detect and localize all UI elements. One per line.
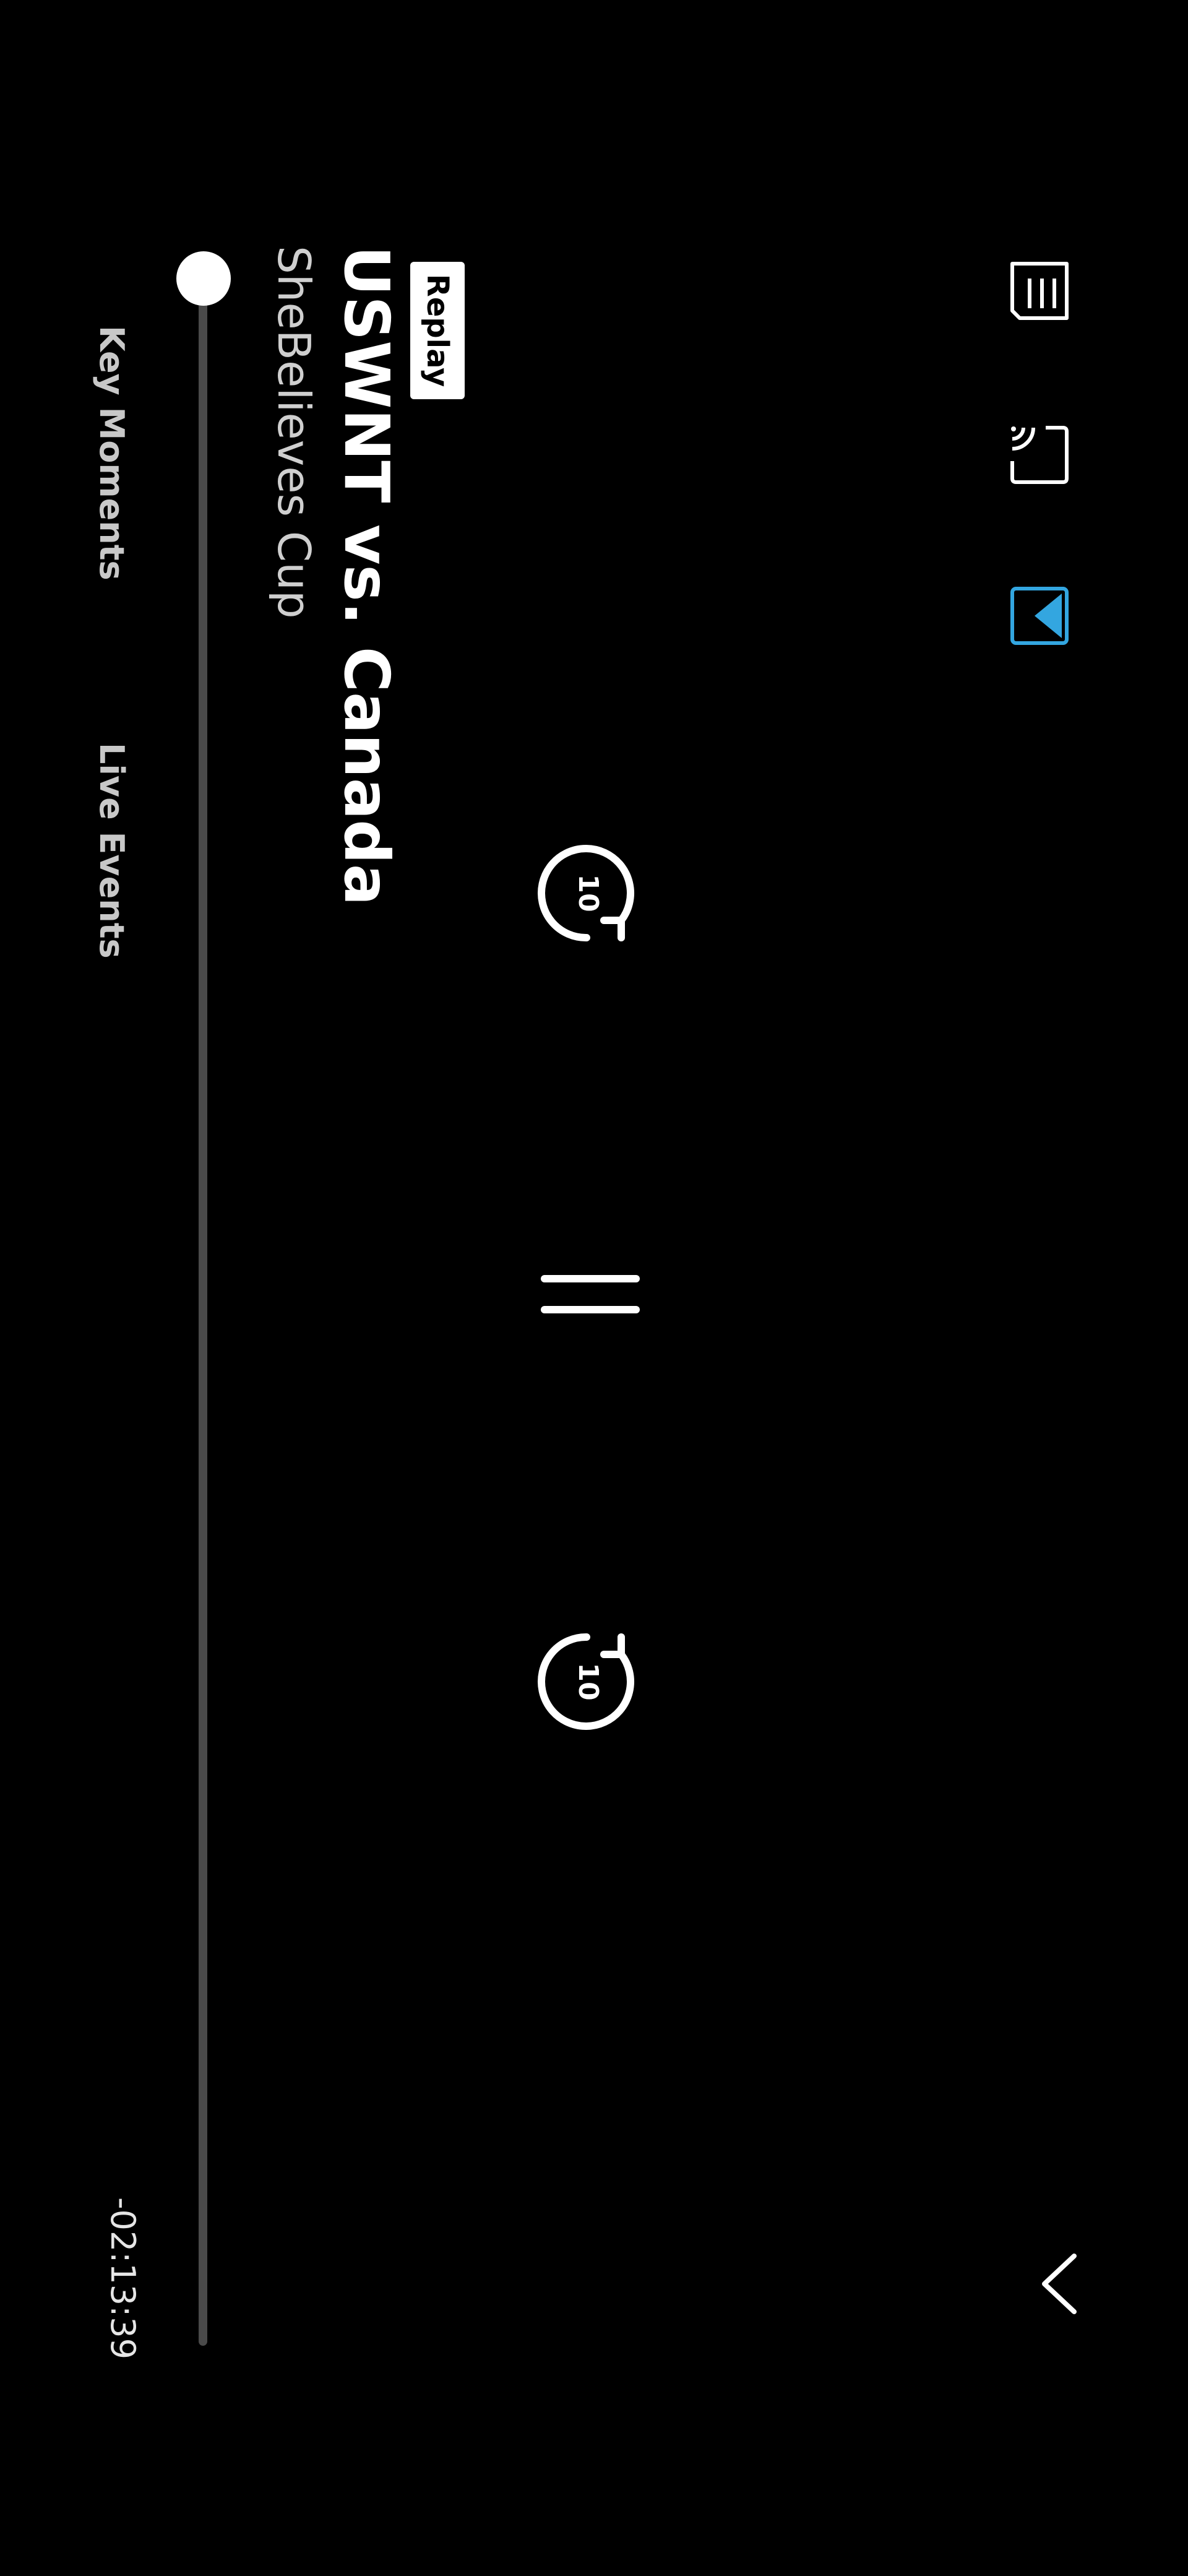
pause-button[interactable] [535,1238,646,1349]
skip-forward-seconds: 10 [572,874,604,912]
forward-10-button[interactable]: 10 [535,839,646,950]
event-subtitle: SheBelieves Cup [268,246,320,619]
pause-icon [541,1275,640,1313]
picture-in-picture-icon[interactable] [1009,585,1070,647]
skip-back-seconds: 10 [572,1662,604,1700]
video-player-screen: 10 10 Replay USWNT vs. Canada SheBelieve… [0,0,1188,2576]
replay-badge: Replay [410,262,465,399]
progress-track[interactable] [199,254,207,2346]
replay-10-button[interactable]: 10 [535,1625,646,1736]
player-overlay: 10 10 Replay USWNT vs. Canada SheBelieve… [0,0,1188,2576]
tab-live-events[interactable]: Live Events [90,743,133,959]
event-title: USWNT vs. Canada [330,246,403,906]
cast-icon[interactable] [1009,424,1070,486]
progress-thumb[interactable] [176,251,231,306]
info-panel-icon[interactable] [1009,260,1070,322]
remaining-time: -02:13:39 [103,2197,142,2359]
replay-10-icon: 10 [538,1633,634,1730]
tab-key-moments[interactable]: Key Moments [90,326,133,581]
chevron-down-icon[interactable] [1033,2250,1083,2318]
forward-10-icon: 10 [538,845,634,942]
